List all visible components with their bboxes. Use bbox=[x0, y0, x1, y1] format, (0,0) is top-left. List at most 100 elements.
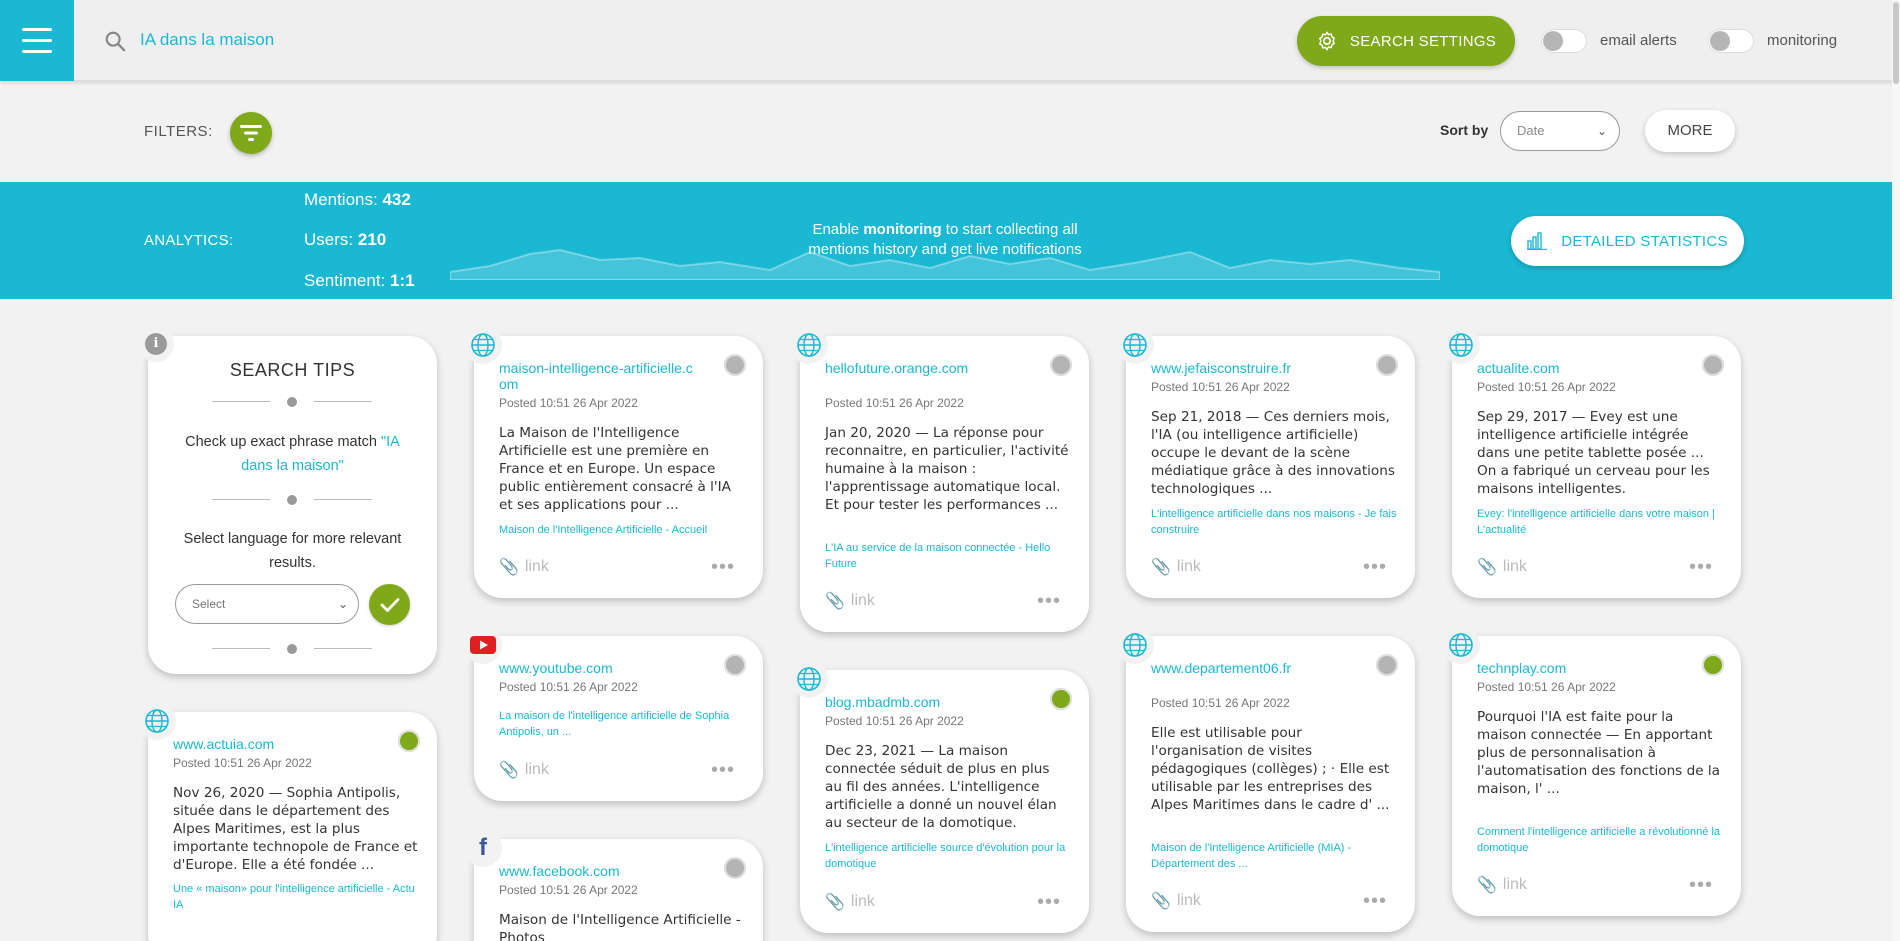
status-dot[interactable] bbox=[1702, 654, 1724, 676]
divider bbox=[212, 644, 372, 654]
card-body: Maison de l'Intelligence Artificielle - … bbox=[499, 912, 741, 941]
mention-card[interactable]: www.jefaisconstruire.fr Posted 10:51 26 … bbox=[1116, 326, 1415, 598]
globe-icon bbox=[790, 326, 828, 364]
card-link[interactable]: 📎 link bbox=[1477, 557, 1527, 577]
card-posted: Posted 10:51 26 Apr 2022 bbox=[825, 714, 964, 728]
language-select-value: Select bbox=[192, 597, 226, 611]
scrollbar-thumb[interactable] bbox=[1893, 2, 1899, 84]
status-dot[interactable] bbox=[1376, 354, 1398, 376]
card-domain[interactable]: www.actuia.com bbox=[173, 736, 373, 752]
card-title-link[interactable]: L'intelligence artificielle source d'évo… bbox=[825, 840, 1075, 872]
card-posted: Posted 10:51 26 Apr 2022 bbox=[1151, 696, 1290, 710]
card-posted: Posted 10:51 26 Apr 2022 bbox=[1477, 680, 1616, 694]
more-options-icon[interactable]: ••• bbox=[1037, 891, 1061, 914]
status-dot[interactable] bbox=[724, 857, 746, 879]
card-domain[interactable]: www.jefaisconstruire.fr bbox=[1151, 360, 1351, 376]
card-body: Dec 23, 2021 — La maison connectée sédui… bbox=[825, 743, 1057, 831]
status-dot[interactable] bbox=[1376, 654, 1398, 676]
more-button[interactable]: MORE bbox=[1645, 110, 1735, 152]
card-domain[interactable]: technplay.com bbox=[1477, 660, 1677, 676]
card-title-link[interactable]: Comment l'intelligence artificielle a ré… bbox=[1477, 824, 1727, 856]
more-options-icon[interactable]: ••• bbox=[1689, 874, 1713, 897]
more-options-icon[interactable]: ••• bbox=[1363, 556, 1387, 579]
filter-button[interactable] bbox=[230, 112, 272, 154]
more-options-icon[interactable]: ••• bbox=[1037, 590, 1061, 613]
mention-card[interactable]: hellofuture.orange.com Posted 10:51 26 A… bbox=[790, 326, 1089, 632]
card-title-link[interactable]: L'IA au service de la maison connectée -… bbox=[825, 540, 1075, 572]
status-dot[interactable] bbox=[1050, 354, 1072, 376]
card-title-link[interactable]: La maison de l'intelligence artificielle… bbox=[499, 708, 749, 740]
sort-select[interactable]: Date ⌄ bbox=[1500, 111, 1620, 151]
search-query[interactable]: IA dans la maison bbox=[140, 30, 274, 50]
detailed-statistics-label: DETAILED STATISTICS bbox=[1561, 232, 1728, 250]
mention-card[interactable]: www.youtube.com Posted 10:51 26 Apr 2022… bbox=[464, 626, 763, 801]
status-dot[interactable] bbox=[1050, 688, 1072, 710]
divider bbox=[212, 495, 372, 505]
mention-card[interactable]: actualite.com Posted 10:51 26 Apr 2022 S… bbox=[1442, 326, 1741, 598]
card-body: Sep 21, 2018 — Ces derniers mois, l'IA (… bbox=[1151, 409, 1395, 497]
scrollbar[interactable] bbox=[1892, 0, 1900, 941]
paperclip-icon: 📎 bbox=[1151, 893, 1171, 910]
card-body: La Maison de l'Intelligence Artificielle… bbox=[499, 425, 731, 513]
detailed-statistics-button[interactable]: DETAILED STATISTICS bbox=[1511, 216, 1744, 266]
card-body: Nov 26, 2020 — Sophia Antipolis, située … bbox=[173, 785, 418, 873]
mention-card[interactable]: www.departement06.fr Posted 10:51 26 Apr… bbox=[1116, 626, 1415, 932]
card-posted: Posted 10:51 26 Apr 2022 bbox=[1151, 380, 1290, 394]
card-link[interactable]: 📎 link bbox=[825, 892, 875, 912]
card-title-link[interactable]: Maison de l'Intelligence Artificielle - … bbox=[499, 522, 749, 538]
card-link[interactable]: 📎 link bbox=[499, 760, 549, 780]
card-title-link[interactable]: Une « maison» pour l'intelligence artifi… bbox=[173, 881, 423, 913]
mention-card[interactable]: maison-intelligence-artificielle.com Pos… bbox=[464, 326, 763, 598]
top-bar: IA dans la maison SEARCH SETTINGS email … bbox=[0, 0, 1900, 81]
card-domain[interactable]: www.facebook.com bbox=[499, 863, 699, 879]
mention-card[interactable]: f www.facebook.com Posted 10:51 26 Apr 2… bbox=[464, 829, 763, 941]
globe-icon bbox=[790, 660, 828, 698]
card-link[interactable]: 📎 link bbox=[825, 591, 875, 611]
language-tip: Select language for more relevant result… bbox=[183, 531, 402, 571]
more-options-icon[interactable]: ••• bbox=[711, 556, 735, 579]
card-title-link[interactable]: Maison de l'Intelligence Artificielle (M… bbox=[1151, 840, 1401, 872]
card-domain[interactable]: actualite.com bbox=[1477, 360, 1677, 376]
monitoring-toggle[interactable] bbox=[1708, 29, 1754, 53]
card-posted: Posted 10:51 26 Apr 2022 bbox=[173, 756, 312, 770]
card-link[interactable]: 📎 link bbox=[499, 557, 549, 577]
card-title-link[interactable]: L'intelligence artificielle dans nos mai… bbox=[1151, 506, 1401, 538]
sort-by-label: Sort by bbox=[1440, 122, 1489, 138]
chevron-down-icon: ⌄ bbox=[1596, 124, 1607, 138]
card-domain[interactable]: hellofuture.orange.com bbox=[825, 360, 1025, 376]
search-settings-button[interactable]: SEARCH SETTINGS bbox=[1297, 16, 1515, 66]
card-title-link[interactable]: Evey: l'intelligence artificielle dans v… bbox=[1477, 506, 1727, 538]
language-select[interactable]: Select ⌄ bbox=[175, 584, 359, 624]
mention-card[interactable]: www.actuia.com Posted 10:51 26 Apr 2022 … bbox=[138, 702, 437, 941]
card-posted: Posted 10:51 26 Apr 2022 bbox=[499, 883, 638, 897]
mention-card[interactable]: technplay.com Posted 10:51 26 Apr 2022 P… bbox=[1442, 626, 1741, 916]
mentions-stat: Mentions: 432 bbox=[304, 190, 411, 209]
card-domain[interactable]: blog.mbadmb.com bbox=[825, 694, 1025, 710]
more-options-icon[interactable]: ••• bbox=[1689, 556, 1713, 579]
more-options-icon[interactable]: ••• bbox=[1363, 890, 1387, 913]
facebook-icon: f bbox=[464, 829, 502, 867]
paperclip-icon: 📎 bbox=[1477, 559, 1497, 576]
more-options-icon[interactable]: ••• bbox=[711, 759, 735, 782]
info-icon: i bbox=[145, 333, 167, 355]
card-domain[interactable]: maison-intelligence-artificielle.com bbox=[499, 360, 699, 392]
status-dot[interactable] bbox=[724, 354, 746, 376]
mention-card[interactable]: blog.mbadmb.com Posted 10:51 26 Apr 2022… bbox=[790, 660, 1089, 933]
email-alerts-toggle[interactable] bbox=[1541, 29, 1587, 53]
sort-value: Date bbox=[1517, 123, 1545, 138]
card-link[interactable]: 📎 link bbox=[1151, 557, 1201, 577]
card-domain[interactable]: www.departement06.fr bbox=[1151, 660, 1321, 676]
paperclip-icon: 📎 bbox=[499, 559, 519, 576]
status-dot[interactable] bbox=[724, 654, 746, 676]
status-dot[interactable] bbox=[398, 730, 420, 752]
status-dot[interactable] bbox=[1702, 354, 1724, 376]
gear-icon bbox=[1318, 31, 1335, 51]
search-icon bbox=[105, 31, 126, 52]
globe-icon bbox=[1442, 326, 1480, 364]
menu-button[interactable] bbox=[0, 0, 74, 81]
apply-language-button[interactable] bbox=[369, 584, 410, 625]
card-domain[interactable]: www.youtube.com bbox=[499, 660, 699, 676]
card-link[interactable]: 📎 link bbox=[1477, 875, 1527, 895]
card-link[interactable]: 📎 link bbox=[1151, 891, 1201, 911]
users-stat: Users: 210 bbox=[304, 230, 387, 249]
